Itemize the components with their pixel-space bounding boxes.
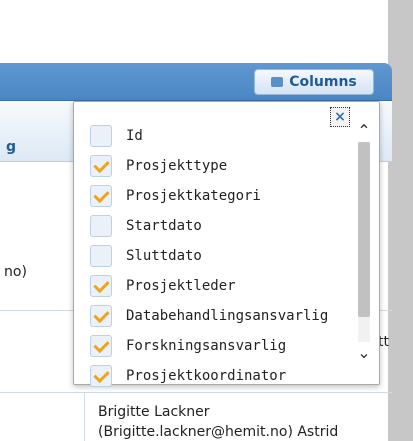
chevron-down-icon[interactable]: ⌄	[355, 345, 373, 361]
column-checkbox[interactable]	[90, 245, 112, 267]
column-checkbox[interactable]	[90, 185, 112, 207]
column-option-label: Prosjektkategori	[126, 188, 261, 204]
column-option-sluttdato[interactable]: Sluttdato	[90, 245, 350, 267]
column-checkbox[interactable]	[90, 275, 112, 297]
column-option-prosjektkoordinator[interactable]: Prosjektkoordinator	[90, 365, 350, 387]
cell-email: (Brigitte.lackner@hemit.no) Astrid	[98, 424, 339, 440]
column-checkbox[interactable]	[90, 305, 112, 327]
column-option-label: Startdato	[126, 218, 202, 234]
column-option-forskningsansvarlig[interactable]: Forskningsansvarlig	[90, 335, 350, 357]
column-option-label: Forskningsansvarlig	[126, 338, 287, 354]
column-option-label: Prosjekttype	[126, 158, 228, 174]
column-option-label: Id	[126, 128, 143, 144]
menu-scroll-thumb[interactable]	[358, 142, 370, 317]
column-checkbox[interactable]	[90, 365, 112, 387]
column-checkbox[interactable]	[90, 335, 112, 357]
column-checkbox[interactable]	[90, 215, 112, 237]
column-header-label[interactable]: g	[6, 139, 16, 155]
grid-icon	[271, 77, 284, 87]
column-option-prosjekttype[interactable]: Prosjekttype	[90, 155, 350, 177]
column-divider	[84, 392, 85, 441]
column-option-label: Databehandlingsansvarlig	[126, 308, 329, 324]
columns-button[interactable]: Columns	[254, 69, 374, 95]
close-glyph: ×	[334, 109, 346, 125]
column-checkbox[interactable]	[90, 125, 112, 147]
column-checkbox[interactable]	[90, 155, 112, 177]
column-option-label: Prosjektleder	[126, 278, 236, 294]
column-option-prosjektleder[interactable]: Prosjektleder	[90, 275, 350, 297]
column-option-prosjektkategori[interactable]: Prosjektkategori	[90, 185, 350, 207]
column-option-databehandlingsansvarlig[interactable]: Databehandlingsansvarlig	[90, 305, 350, 327]
column-option-id[interactable]: Id	[90, 125, 350, 147]
row-divider	[0, 392, 392, 393]
close-icon[interactable]: ×	[330, 107, 350, 127]
column-option-label: Prosjektkoordinator	[126, 368, 287, 384]
cell-text: no)	[4, 264, 27, 280]
column-option-label: Sluttdato	[126, 248, 202, 264]
columns-button-label: Columns	[289, 74, 357, 90]
window-edge	[388, 0, 413, 441]
chevron-up-icon[interactable]: ⌃	[355, 123, 373, 139]
cell-person: Brigitte Lackner	[98, 404, 210, 420]
column-option-startdato[interactable]: Startdato	[90, 215, 350, 237]
